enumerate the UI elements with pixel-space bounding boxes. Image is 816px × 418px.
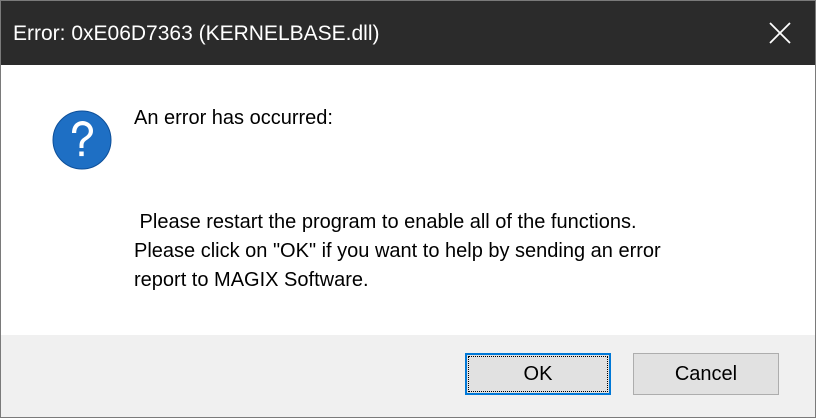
error-heading: An error has occurred: xyxy=(134,107,333,129)
error-dialog: Error: 0xE06D7363 (KERNELBASE.dll) An er… xyxy=(0,0,816,418)
window-title: Error: 0xE06D7363 (KERNELBASE.dll) xyxy=(13,22,380,45)
question-icon xyxy=(52,110,112,170)
title-bar[interactable]: Error: 0xE06D7363 (KERNELBASE.dll) xyxy=(1,1,815,65)
error-message: Please restart the program to enable all… xyxy=(134,208,661,295)
message-line: report to MAGIX Software. xyxy=(134,269,369,291)
button-bar: OK Cancel xyxy=(1,335,815,417)
focus-rectangle xyxy=(468,356,608,392)
message-line: Please click on "OK" if you want to help… xyxy=(134,240,661,262)
close-button[interactable] xyxy=(745,1,815,65)
close-icon xyxy=(769,22,791,44)
cancel-button-label: Cancel xyxy=(674,363,738,385)
cancel-button[interactable]: Cancel xyxy=(633,353,779,395)
message-line: Please restart the program to enable all… xyxy=(134,211,637,233)
ok-button[interactable]: OK xyxy=(465,353,611,395)
dialog-content: An error has occurred: Please restart th… xyxy=(1,65,815,335)
